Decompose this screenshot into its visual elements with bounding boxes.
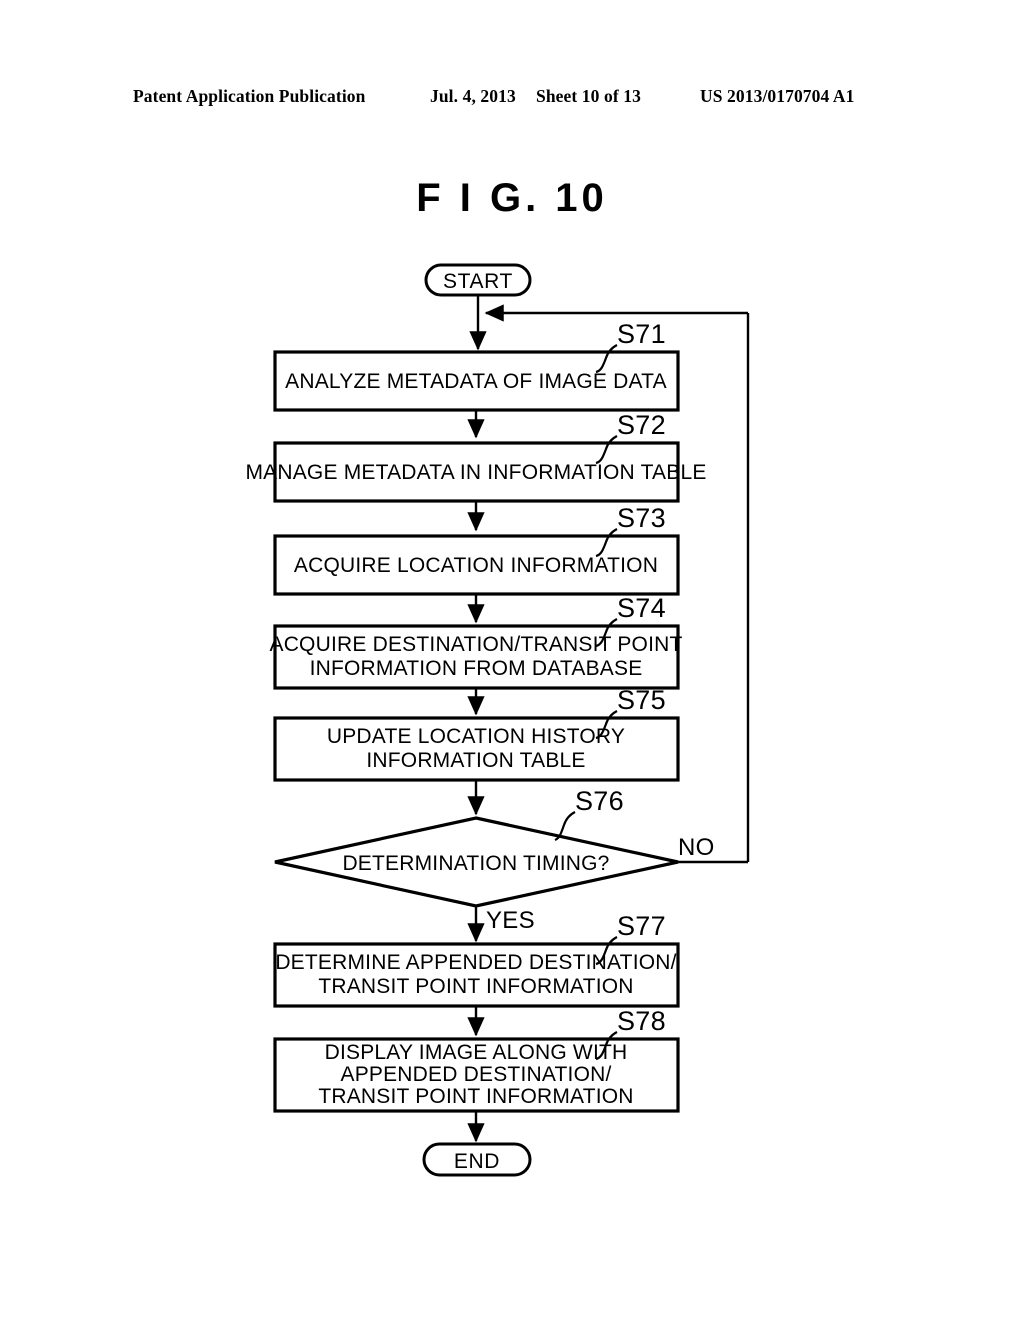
node-s77-line-1: DETERMINE APPENDED DESTINATION/ (275, 951, 676, 974)
node-s78-line-2: APPENDED DESTINATION/ (340, 1063, 611, 1086)
node-s71: ANALYZE METADATA OF IMAGE DATA (273, 350, 680, 412)
node-s78-line-3: TRANSIT POINT INFORMATION (318, 1085, 633, 1108)
step-id-s71: S71 (617, 319, 666, 349)
node-start: START (424, 263, 532, 297)
step-id-s74: S74 (617, 593, 666, 623)
step-id-s75: S75 (617, 685, 666, 715)
step-id-s76: S76 (575, 786, 624, 816)
node-s76-decision: DETERMINATION TIMING? (274, 816, 679, 908)
node-s74: ACQUIRE DESTINATION/TRANSIT POINT INFORM… (269, 624, 682, 690)
node-s75-line-2: INFORMATION TABLE (366, 749, 585, 772)
patent-page: Patent Application Publication Jul. 4, 2… (0, 0, 1024, 1320)
node-s77-line-2: TRANSIT POINT INFORMATION (318, 975, 633, 998)
step-id-s78: S78 (617, 1006, 666, 1036)
node-s74-line-2: INFORMATION FROM DATABASE (310, 657, 643, 680)
node-s72: MANAGE METADATA IN INFORMATION TABLE (245, 441, 706, 503)
node-s73: ACQUIRE LOCATION INFORMATION (273, 534, 680, 596)
node-s77: DETERMINE APPENDED DESTINATION/ TRANSIT … (273, 942, 680, 1008)
node-end: END (422, 1142, 532, 1177)
node-s71-line-1: ANALYZE METADATA OF IMAGE DATA (285, 370, 667, 393)
branch-label-yes: YES (486, 907, 535, 934)
node-s78: DISPLAY IMAGE ALONG WITH APPENDED DESTIN… (273, 1037, 680, 1113)
node-start-label: START (443, 270, 513, 293)
step-id-s72: S72 (617, 410, 666, 440)
branch-label-no: NO (678, 834, 715, 861)
node-s73-line-1: ACQUIRE LOCATION INFORMATION (294, 554, 658, 577)
node-s74-line-1: ACQUIRE DESTINATION/TRANSIT POINT (269, 633, 682, 656)
node-s78-line-1: DISPLAY IMAGE ALONG WITH (325, 1041, 628, 1064)
node-s75-line-1: UPDATE LOCATION HISTORY (327, 725, 625, 748)
node-s76-label: DETERMINATION TIMING? (342, 852, 609, 875)
node-s75: UPDATE LOCATION HISTORY INFORMATION TABL… (273, 716, 680, 782)
step-id-s77: S77 (617, 911, 666, 941)
flowchart: START ANALYZE METADATA OF IMAGE DATA S71… (0, 0, 1024, 1320)
step-id-s73: S73 (617, 503, 666, 533)
node-end-label: END (454, 1150, 500, 1173)
node-s72-line-1: MANAGE METADATA IN INFORMATION TABLE (245, 461, 706, 484)
